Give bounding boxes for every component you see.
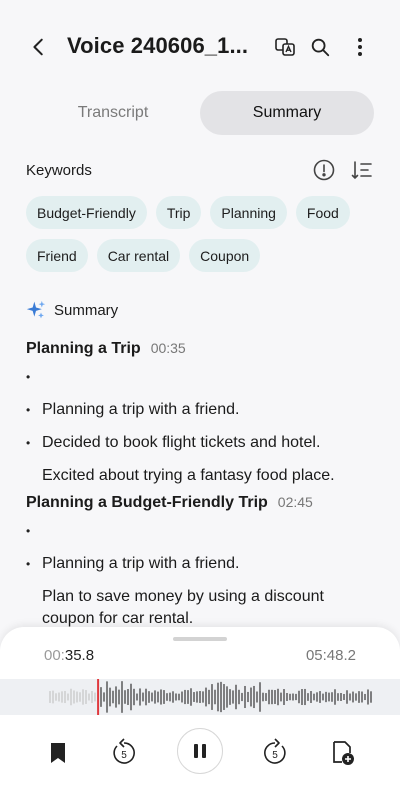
sort-list-icon[interactable] — [350, 158, 374, 182]
keyword-chip[interactable]: Trip — [155, 196, 202, 229]
keyword-chip[interactable]: Planning — [210, 196, 287, 229]
waveform — [49, 679, 372, 715]
ai-sparkle-icon — [26, 300, 46, 319]
bookmark-icon[interactable] — [46, 739, 70, 767]
back-arrow-icon[interactable] — [24, 32, 54, 62]
section-bullets: • • Planning a trip with a friend. Plan t… — [26, 520, 376, 630]
section-bullets: • • Planning a trip with a friend. • Decid… — [26, 366, 376, 487]
playback-controls: 5 5 — [0, 725, 400, 781]
section-title: Planning a Budget-Friendly Trip 02:45 — [26, 494, 376, 512]
section-title-text: Planning a Budget-Friendly Trip — [26, 494, 268, 511]
list-item: • Decided to book flight tickets and hote… — [26, 434, 321, 451]
waveform-scrubber[interactable] — [0, 679, 400, 715]
tab-transcript[interactable]: Transcript — [26, 91, 200, 135]
search-icon[interactable] — [305, 32, 335, 62]
rewind-5-icon[interactable]: 5 — [110, 737, 138, 767]
translate-icon[interactable] — [270, 32, 300, 62]
svg-text:5: 5 — [121, 750, 127, 761]
keywords-heading: Keywords — [26, 162, 92, 179]
info-icon[interactable] — [312, 158, 336, 182]
svg-text:5: 5 — [272, 750, 278, 761]
keyword-chip[interactable]: Friend — [26, 239, 88, 272]
summary-heading-label: Summary — [54, 301, 119, 319]
summary-heading: Summary — [26, 300, 118, 320]
more-vertical-icon[interactable] — [345, 32, 375, 62]
pause-icon — [194, 744, 206, 758]
total-time: 05:48.2 — [305, 647, 356, 664]
section-timestamp[interactable]: 00:35 — [151, 340, 186, 356]
list-item: Plan to save money by using a discount c… — [42, 588, 324, 627]
section-title: Planning a Trip 00:35 — [26, 340, 376, 358]
keyword-chips: Budget-Friendly Trip Planning Food Frien… — [26, 196, 376, 272]
list-item: • — [26, 524, 31, 538]
keyword-chip[interactable]: Budget-Friendly — [26, 196, 147, 229]
keyword-chip[interactable]: Coupon — [189, 239, 261, 272]
list-item: Excited about trying a fantasy food plac… — [42, 467, 335, 484]
add-note-icon[interactable] — [330, 739, 356, 767]
recording-title: Voice 240606_1... — [67, 33, 249, 58]
list-item: • — [26, 370, 31, 384]
summary-content: Planning a Trip 00:35 • • Planning a trip… — [26, 340, 376, 641]
forward-5-icon[interactable]: 5 — [261, 737, 289, 767]
list-item: • Planning a trip with a friend. — [26, 401, 240, 418]
section-title-text: Planning a Trip — [26, 340, 141, 357]
tab-bar: Transcript Summary — [26, 91, 374, 135]
drag-handle[interactable] — [173, 637, 227, 641]
section-timestamp[interactable]: 02:45 — [278, 494, 313, 510]
keyword-chip[interactable]: Food — [295, 196, 350, 229]
list-item: • Planning a trip with a friend. — [26, 555, 240, 572]
keyword-chip[interactable]: Car rental — [96, 239, 181, 272]
pause-button[interactable] — [177, 728, 223, 774]
current-time: 00:35.8 — [44, 647, 95, 664]
tab-summary[interactable]: Summary — [200, 91, 374, 135]
app-header: Voice 240606_1... — [0, 0, 400, 94]
playback-panel: 00:35.8 05:48.2 5 5 — [0, 627, 400, 800]
